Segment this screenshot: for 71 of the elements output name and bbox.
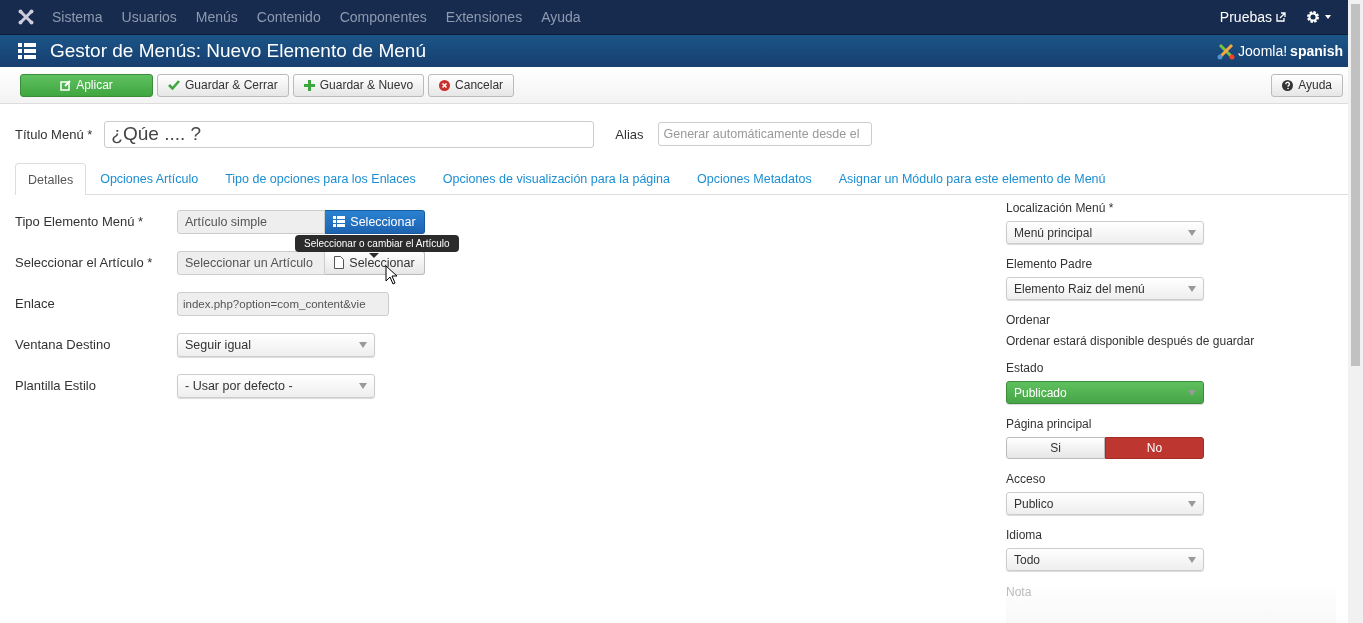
document-icon <box>334 256 345 269</box>
tab[interactable]: Opciones Metadatos <box>684 163 825 194</box>
field-label: Alias <box>615 126 644 142</box>
toggle-option[interactable]: Si <box>1006 437 1105 459</box>
select-button[interactable]: Seleccionar <box>325 209 425 234</box>
select-field[interactable]: - Usar por defecto - <box>177 373 375 398</box>
logo-text: Joomla! <box>1238 43 1288 59</box>
dropdown-arrow-icon <box>1188 285 1196 292</box>
field-label: Plantilla Estilo <box>15 378 97 393</box>
external-link-icon <box>1276 12 1286 22</box>
select-field[interactable]: Menú principal <box>1006 221 1204 244</box>
page-title: Gestor de Menús: Nuevo Elemento de Menú <box>50 40 427 62</box>
menu-item[interactable]: Contenido <box>256 9 321 25</box>
settings-icon[interactable] <box>1306 10 1320 24</box>
toggle-option[interactable]: No <box>1105 437 1204 459</box>
field-label: Seleccionar el Artículo * <box>15 255 154 270</box>
select-field[interactable]: Elemento Raiz del menú <box>1006 277 1204 300</box>
note-text: Ordenar estará disponible después de guardar <box>1006 334 1255 348</box>
toolbar-button[interactable]: Cancelar <box>428 73 515 97</box>
field-label: Acceso <box>1006 472 1047 486</box>
joomla-logo-icon <box>18 9 34 25</box>
help-button[interactable]: Ayuda <box>1271 73 1343 97</box>
field-label: Elemento Padre <box>1006 257 1094 271</box>
dropdown-arrow-icon <box>1188 556 1196 563</box>
select-field[interactable]: Seguir igual <box>177 332 375 357</box>
field-label: Ordenar <box>1006 313 1052 327</box>
joomla-logo-icon <box>1217 42 1236 60</box>
field-label: Página principal <box>1006 417 1093 431</box>
dropdown-arrow-icon <box>1188 229 1196 236</box>
field-label: Idioma <box>1006 528 1044 542</box>
field-label: Estado <box>1006 361 1045 375</box>
link-field[interactable]: index.php?option=com_content&vie <box>177 291 389 316</box>
tab[interactable]: Opciones de visualización para la página <box>429 163 683 194</box>
cancel-icon <box>439 79 451 91</box>
alias-field[interactable]: Generar automáticamente desde el <box>657 122 872 146</box>
select-field[interactable]: Publico <box>1006 492 1204 515</box>
tab[interactable]: Opciones Artículo <box>87 163 212 194</box>
field-label: Tipo Elemento Menú * <box>15 214 145 229</box>
tooltip-arrow-icon <box>369 252 379 258</box>
field-label: Título Menú * <box>15 126 93 142</box>
menu-item[interactable]: Sistema <box>52 9 103 25</box>
edit-icon <box>60 79 72 91</box>
menu-item[interactable]: Ayuda <box>541 9 581 25</box>
check-icon <box>168 80 180 90</box>
scrollbar[interactable] <box>1348 0 1363 623</box>
toolbar-button[interactable]: Guardar & Cerrar <box>157 73 289 97</box>
menu-item[interactable]: Usuarios <box>121 9 177 25</box>
logo-suffix: spanish <box>1290 43 1343 59</box>
help-icon <box>1282 79 1294 91</box>
field-label: Enlace <box>15 296 56 311</box>
menu-item[interactable]: Componentes <box>339 9 427 25</box>
dropdown-arrow-icon <box>359 341 367 348</box>
site-link[interactable]: Pruebas <box>1219 9 1272 25</box>
field-label: Ventana Destino <box>15 337 112 352</box>
field-label: Nota <box>1006 585 1032 599</box>
list-icon <box>18 43 36 59</box>
caret-icon <box>1325 15 1331 19</box>
dropdown-arrow-icon <box>1188 389 1196 396</box>
list-icon <box>333 216 346 227</box>
dropdown-arrow-icon <box>359 382 367 389</box>
title-field[interactable]: ¿Qúe .... ? <box>104 120 595 148</box>
tab[interactable]: Asignar un Módulo para este elemento de Menú <box>825 163 1119 194</box>
tab[interactable]: Tipo de opciones para los Enlaces <box>212 163 429 194</box>
tab[interactable]: Detalles <box>15 163 87 195</box>
menu-item[interactable]: Extensiones <box>445 9 523 25</box>
select-field[interactable]: Todo <box>1006 548 1204 571</box>
toolbar-button[interactable]: Guardar & Nuevo <box>292 73 425 97</box>
field-label: Localización Menú * <box>1006 201 1115 215</box>
dropdown-arrow-icon <box>1188 500 1196 507</box>
menu-item[interactable]: Menús <box>195 9 238 25</box>
plus-icon <box>303 79 315 91</box>
